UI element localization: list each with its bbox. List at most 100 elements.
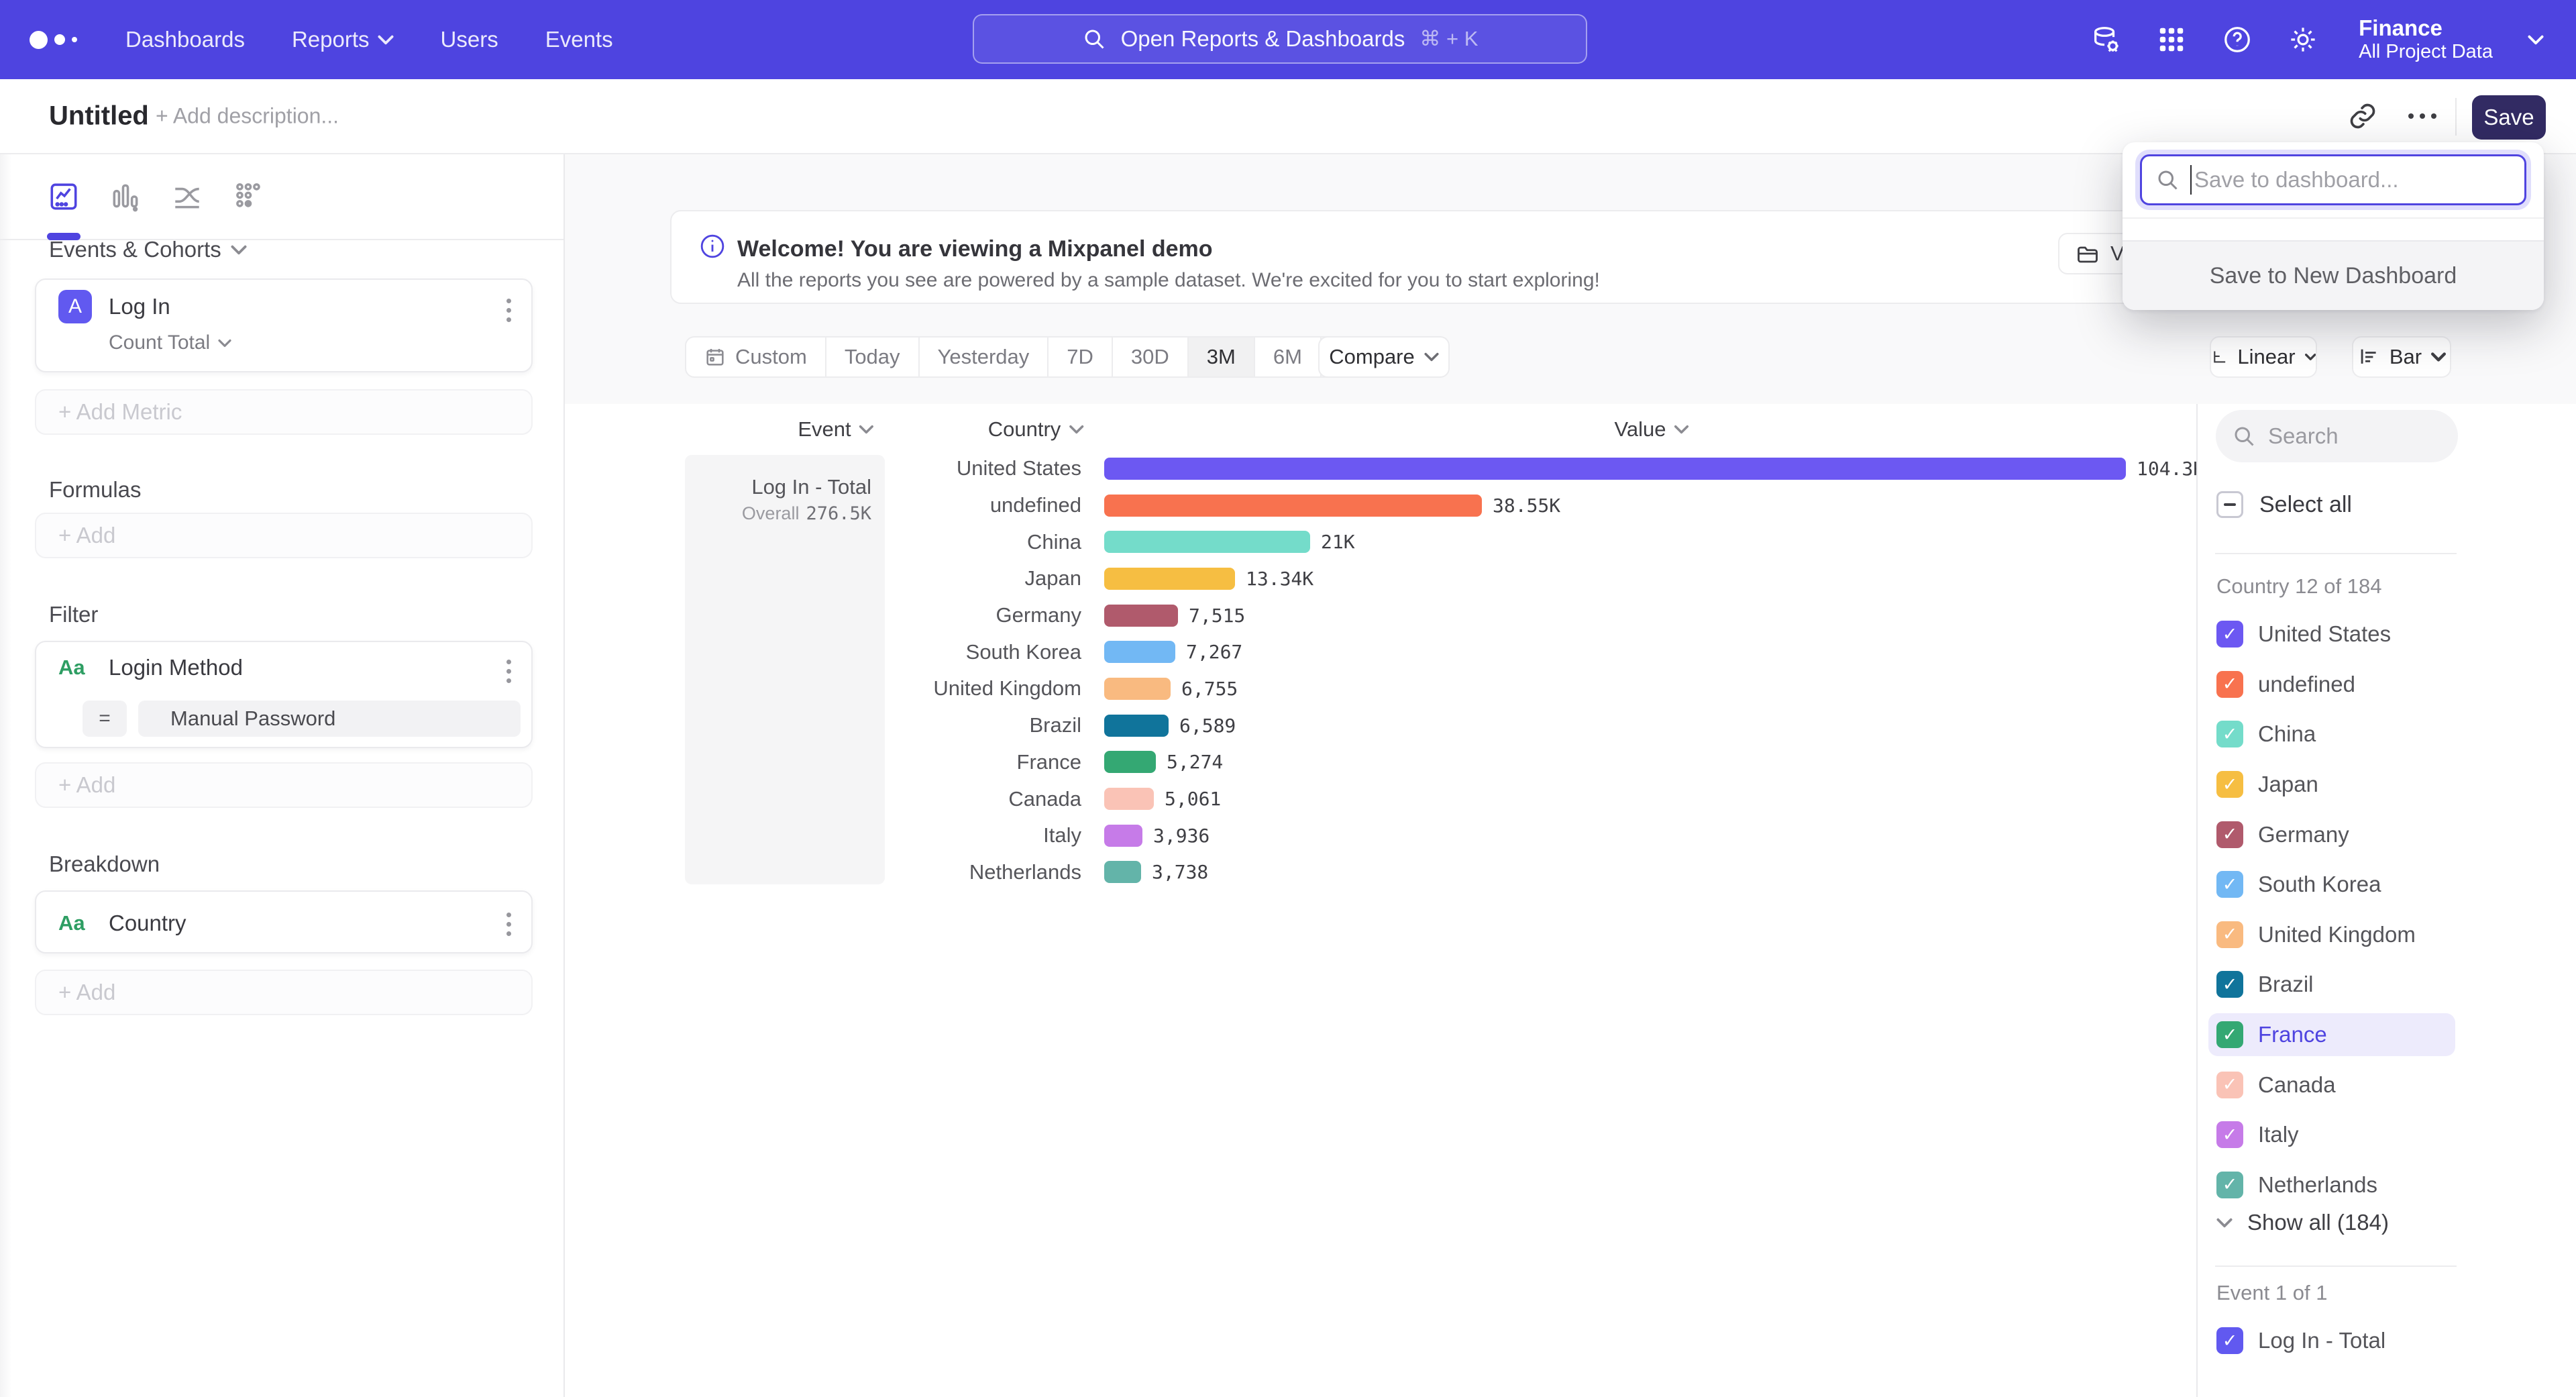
report-title[interactable]: Untitled <box>49 101 149 132</box>
tab-flows[interactable] <box>170 180 204 213</box>
compare-button[interactable]: Compare <box>1318 336 1450 378</box>
more-options-icon[interactable] <box>2402 107 2443 125</box>
select-all-row[interactable]: Select all <box>2216 491 2352 518</box>
checkbox-japan[interactable]: ✓ <box>2216 771 2243 798</box>
legend-item-china[interactable]: ✓China <box>2208 713 2455 756</box>
column-header-country[interactable]: Country <box>988 417 1084 442</box>
legend-search-input[interactable] <box>2268 423 2429 449</box>
add-formula-button[interactable]: + Add <box>35 513 533 558</box>
date-range-custom[interactable]: Custom <box>686 338 826 376</box>
filter-property-name[interactable]: Login Method <box>109 655 243 680</box>
save-to-new-dashboard-button[interactable]: Save to New Dashboard <box>2123 240 2544 310</box>
checkbox-undefined[interactable]: ✓ <box>2216 671 2243 698</box>
legend-item-germany[interactable]: ✓Germany <box>2208 813 2455 856</box>
legend-search[interactable] <box>2216 410 2458 462</box>
global-search-button[interactable]: Open Reports & Dashboards ⌘ + K <box>973 14 1587 64</box>
metric-card[interactable]: A Log In Count Total <box>35 278 533 372</box>
date-range-30d[interactable]: 30D <box>1113 338 1189 376</box>
legend-item-undefined[interactable]: ✓undefined <box>2208 663 2455 706</box>
property-type-badge: Aa <box>58 911 85 935</box>
tab-insights[interactable] <box>47 180 80 213</box>
copy-link-icon[interactable] <box>2348 101 2377 131</box>
date-range-3m[interactable]: 3M <box>1189 338 1255 376</box>
nav-item-label: Dashboards <box>125 27 245 52</box>
show-all-button[interactable]: Show all (184) <box>2216 1210 2389 1235</box>
checkbox-china[interactable]: ✓ <box>2216 721 2243 747</box>
nav-item-reports[interactable]: Reports <box>292 27 394 52</box>
checkbox-canada[interactable]: ✓ <box>2216 1072 2243 1098</box>
bar-france[interactable] <box>1104 751 1156 773</box>
metric-aggregation[interactable]: Count Total <box>109 331 231 354</box>
metric-options-icon[interactable] <box>502 295 515 326</box>
bar-united-kingdom[interactable] <box>1104 678 1171 700</box>
checkbox-germany[interactable]: ✓ <box>2216 821 2243 848</box>
legend-item-south-korea[interactable]: ✓South Korea <box>2208 863 2455 906</box>
bar-germany[interactable] <box>1104 605 1178 627</box>
add-metric-button[interactable]: + Add Metric <box>35 389 533 435</box>
legend-item-italy[interactable]: ✓Italy <box>2208 1113 2455 1156</box>
breakdown-card[interactable]: Aa Country <box>35 890 533 953</box>
legend-item-netherlands[interactable]: ✓Netherlands <box>2208 1163 2455 1206</box>
date-range-today[interactable]: Today <box>826 338 920 376</box>
filter-operator[interactable]: = <box>83 701 127 737</box>
bar-china[interactable] <box>1104 531 1310 553</box>
tab-funnels[interactable] <box>109 180 142 213</box>
help-icon[interactable] <box>2222 24 2253 55</box>
scale-selector-button[interactable]: Linear <box>2210 336 2317 378</box>
add-breakdown-button[interactable]: + Add <box>35 970 533 1015</box>
bar-canada[interactable] <box>1104 788 1154 810</box>
select-all-checkbox[interactable] <box>2216 491 2243 518</box>
bar-netherlands[interactable] <box>1104 861 1141 883</box>
metric-name[interactable]: Log In <box>109 294 170 319</box>
date-range-6m[interactable]: 6M <box>1255 338 1322 376</box>
breakdown-property-name[interactable]: Country <box>109 911 186 936</box>
column-header-event[interactable]: Event <box>798 417 873 442</box>
legend-item-canada[interactable]: ✓Canada <box>2208 1064 2455 1106</box>
bar-brazil[interactable] <box>1104 715 1169 737</box>
events-section-header[interactable]: Events & Cohorts <box>49 237 247 262</box>
nav-item-events[interactable]: Events <box>545 27 613 52</box>
checkbox-netherlands[interactable]: ✓ <box>2216 1172 2243 1198</box>
filter-options-icon[interactable] <box>502 656 515 687</box>
legend-item-brazil[interactable]: ✓Brazil <box>2208 963 2455 1006</box>
save-button[interactable]: Save <box>2472 95 2546 140</box>
tab-retention[interactable] <box>232 180 266 213</box>
bar-japan[interactable] <box>1104 568 1235 590</box>
checkbox-united-states[interactable]: ✓ <box>2216 621 2243 648</box>
dashboard-search-field[interactable] <box>2140 154 2526 205</box>
chart-type-button[interactable]: Bar <box>2352 336 2451 378</box>
breakdown-options-icon[interactable] <box>502 909 515 940</box>
date-range-yesterday[interactable]: Yesterday <box>920 338 1049 376</box>
project-switcher[interactable]: Finance All Project Data <box>2359 15 2493 63</box>
checkbox-italy[interactable]: ✓ <box>2216 1121 2243 1148</box>
checkbox-brazil[interactable]: ✓ <box>2216 971 2243 998</box>
event-checkbox-row[interactable]: ✓ Log In - Total <box>2216 1327 2385 1354</box>
apps-grid-icon[interactable] <box>2156 24 2187 55</box>
legend-item-united-states[interactable]: ✓United States <box>2208 613 2455 656</box>
legend-item-united-kingdom[interactable]: ✓United Kingdom <box>2208 913 2455 956</box>
checkbox-united-kingdom[interactable]: ✓ <box>2216 921 2243 948</box>
column-header-value[interactable]: Value <box>1615 417 1689 442</box>
filter-value[interactable]: Manual Password <box>138 701 521 737</box>
legend-item-japan[interactable]: ✓Japan <box>2208 763 2455 806</box>
report-description-placeholder[interactable]: + Add description... <box>156 104 339 129</box>
filter-card[interactable]: Aa Login Method = Manual Password <box>35 641 533 748</box>
data-management-icon[interactable] <box>2090 24 2121 55</box>
nav-item-users[interactable]: Users <box>441 27 498 52</box>
bar-south-korea[interactable] <box>1104 641 1175 663</box>
dashboard-search-input[interactable] <box>2194 167 2503 193</box>
settings-gear-icon[interactable] <box>2288 24 2318 55</box>
checkbox-south-korea[interactable]: ✓ <box>2216 871 2243 898</box>
country-count-label: Country 12 of 184 <box>2216 574 2381 599</box>
bar-united-states[interactable] <box>1104 458 2126 480</box>
add-filter-button[interactable]: + Add <box>35 762 533 808</box>
nav-item-dashboards[interactable]: Dashboards <box>125 27 245 52</box>
checkbox-france[interactable]: ✓ <box>2216 1021 2243 1048</box>
mixpanel-logo-icon[interactable] <box>30 31 77 49</box>
bar-undefined[interactable] <box>1104 495 1482 517</box>
bar-italy[interactable] <box>1104 825 1142 847</box>
date-range-7d[interactable]: 7D <box>1049 338 1113 376</box>
legend-item-france[interactable]: ✓France <box>2208 1013 2455 1056</box>
chart-row: Japan13.34K <box>565 560 2196 597</box>
event-checkbox[interactable]: ✓ <box>2216 1327 2243 1354</box>
